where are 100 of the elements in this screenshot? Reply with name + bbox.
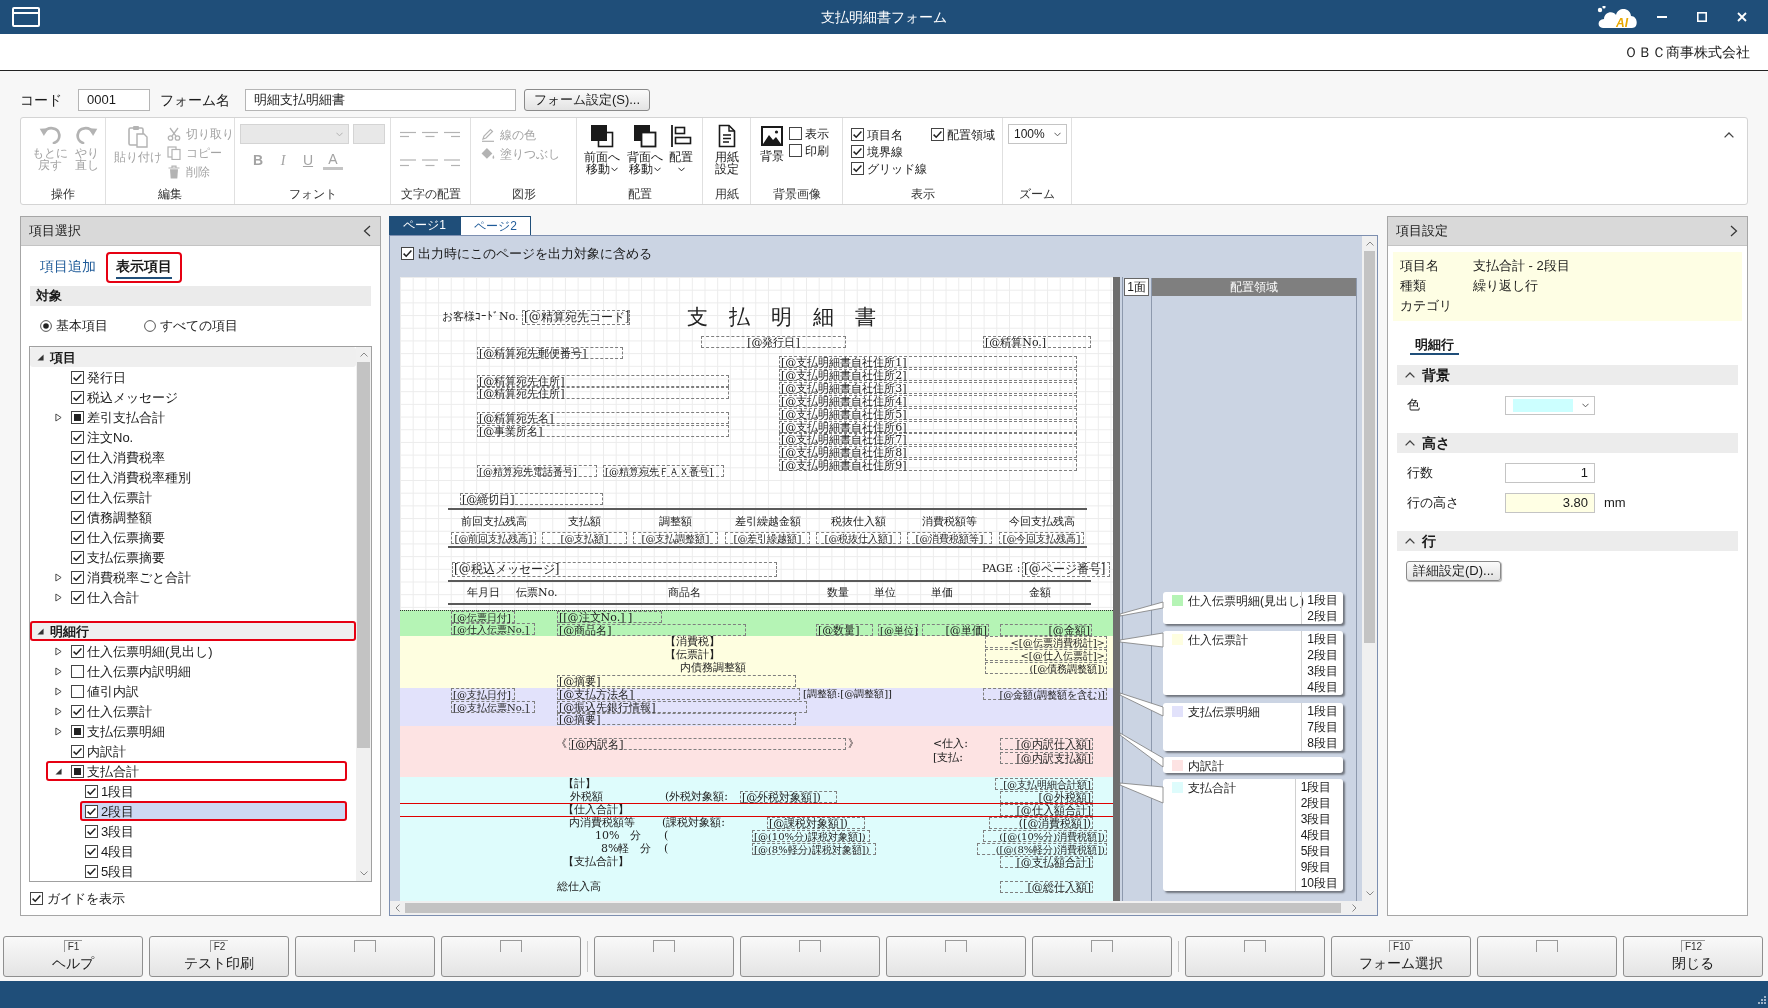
checkbox[interactable]	[71, 490, 84, 504]
tree-item[interactable]: 仕入合計	[46, 587, 347, 607]
checkbox[interactable]	[851, 128, 864, 141]
checkbox[interactable]	[85, 844, 98, 858]
outline-triangle-icon[interactable]	[54, 412, 62, 422]
color-dropdown[interactable]	[1505, 395, 1595, 415]
scroll-thumb[interactable]	[405, 903, 1341, 913]
tab[interactable]: 項目追加	[30, 251, 106, 283]
radio-button[interactable]	[40, 320, 52, 332]
checkbox[interactable]	[85, 824, 98, 838]
collapse-ribbon-button[interactable]	[1723, 130, 1735, 140]
tree-item[interactable]: 内訳計	[46, 741, 347, 761]
bring-forward-button[interactable]: 前面へ移動	[582, 124, 621, 175]
tab[interactable]: ページ2	[460, 216, 531, 235]
function-key[interactable]	[740, 936, 880, 977]
outline-triangle-icon[interactable]	[54, 706, 62, 716]
tree-item[interactable]: 仕入伝票計	[46, 487, 347, 507]
checkbox[interactable]	[71, 764, 84, 778]
checkbox[interactable]	[71, 704, 84, 718]
checkbox[interactable]	[71, 664, 84, 678]
checkbox[interactable]	[71, 684, 84, 698]
tree-item[interactable]: 支払伝票明細	[46, 721, 347, 741]
checkbox[interactable]	[71, 410, 84, 424]
tree-item[interactable]: 3段目	[80, 821, 347, 841]
tree-item[interactable]: 差引支払合計	[46, 407, 347, 427]
number-field[interactable]: 3.80	[1505, 493, 1595, 513]
paper-settings-button[interactable]: 用紙設定	[713, 124, 740, 175]
checkbox[interactable]	[71, 370, 84, 384]
tab[interactable]: ページ1	[389, 216, 460, 235]
filled-triangle-icon[interactable]	[37, 627, 44, 635]
scrollbar[interactable]	[356, 347, 371, 881]
function-key[interactable]	[886, 936, 1026, 977]
tree-item[interactable]: 支払伝票摘要	[46, 547, 347, 567]
tree-group[interactable]: 項目	[30, 347, 356, 367]
send-backward-button[interactable]: 背面へ移動	[625, 124, 664, 175]
tab[interactable]: 明細行	[1410, 335, 1459, 355]
checkbox[interactable]	[71, 644, 84, 658]
radio-button[interactable]	[144, 320, 156, 332]
checkbox[interactable]	[71, 470, 84, 484]
outline-triangle-icon[interactable]	[54, 592, 62, 602]
checkbox[interactable]	[71, 530, 84, 544]
filled-triangle-icon[interactable]	[37, 353, 44, 361]
background-button[interactable]: 背景	[759, 125, 785, 162]
arrange-button[interactable]: 配置	[668, 124, 694, 172]
outline-triangle-icon[interactable]	[54, 666, 62, 676]
checkbox[interactable]	[71, 550, 84, 564]
checkbox[interactable]	[71, 390, 84, 404]
checkbox[interactable]	[85, 864, 98, 878]
function-key[interactable]	[1185, 936, 1325, 977]
checkbox[interactable]	[71, 570, 84, 584]
function-key[interactable]: F10 フォーム選択	[1331, 936, 1471, 977]
checkbox[interactable]	[401, 247, 414, 260]
checkbox[interactable]	[71, 744, 84, 758]
tree-item[interactable]: 仕入伝票内訳明細	[46, 661, 347, 681]
checkbox[interactable]	[71, 724, 84, 738]
tree-item[interactable]: 債務調整額	[46, 507, 347, 527]
function-key[interactable]	[1032, 936, 1172, 977]
zoom-select[interactable]: 100%	[1008, 124, 1067, 144]
tree-item[interactable]: 注文No.	[46, 427, 347, 447]
tree-item[interactable]: 仕入消費税率種別	[46, 467, 347, 487]
tree-item[interactable]: 1段目	[80, 781, 347, 801]
tree-group[interactable]: 明細行	[30, 621, 356, 641]
checkbox[interactable]	[71, 430, 84, 444]
checkbox[interactable]	[71, 590, 84, 604]
function-key[interactable]: F12 閉じる	[1623, 936, 1763, 977]
outline-triangle-icon[interactable]	[54, 726, 62, 736]
checkbox[interactable]	[85, 784, 98, 798]
number-field[interactable]: 1	[1505, 463, 1595, 483]
scrollbar[interactable]	[1362, 236, 1377, 901]
function-key[interactable]: F1 ヘルプ	[3, 936, 143, 977]
tree-item[interactable]: 4段目	[80, 841, 347, 861]
tree-item[interactable]: 値引内訳	[46, 681, 347, 701]
function-key[interactable]	[594, 936, 734, 977]
form-settings-button[interactable]: フォーム設定(S)...	[524, 89, 650, 111]
outline-triangle-icon[interactable]	[54, 572, 62, 582]
outline-triangle-icon[interactable]	[54, 686, 62, 696]
code-field[interactable]: 0001	[78, 89, 150, 111]
function-key[interactable]	[441, 936, 581, 977]
tree-item[interactable]: 2段目	[80, 801, 347, 821]
checkbox[interactable]	[71, 450, 84, 464]
scroll-thumb[interactable]	[1364, 251, 1375, 643]
tree-item[interactable]: 仕入伝票明細(見出し)	[46, 641, 347, 661]
function-key[interactable]	[295, 936, 435, 977]
function-key[interactable]: F2 テスト印刷	[149, 936, 289, 977]
tree-item[interactable]: 仕入伝票摘要	[46, 527, 347, 547]
checkbox[interactable]	[789, 127, 802, 140]
checkbox[interactable]	[931, 128, 944, 141]
scroll-thumb[interactable]	[357, 362, 370, 748]
scrollbar[interactable]	[390, 901, 1362, 915]
checkbox[interactable]	[789, 144, 802, 157]
tree-item[interactable]: 税込メッセージ	[46, 387, 347, 407]
detail-settings-button[interactable]: 詳細設定(D)...	[1406, 561, 1501, 581]
tree-item[interactable]: 仕入消費税率	[46, 447, 347, 467]
tab[interactable]: 表示項目	[106, 251, 182, 283]
filled-triangle-icon[interactable]	[54, 767, 62, 775]
tree-item[interactable]: 支払合計	[46, 761, 347, 781]
tree-item[interactable]: 5段目	[80, 861, 347, 881]
checkbox[interactable]	[85, 804, 98, 818]
section-header[interactable]: 行	[1397, 531, 1738, 551]
form-name-field[interactable]: 明細支払明細書	[245, 89, 516, 111]
